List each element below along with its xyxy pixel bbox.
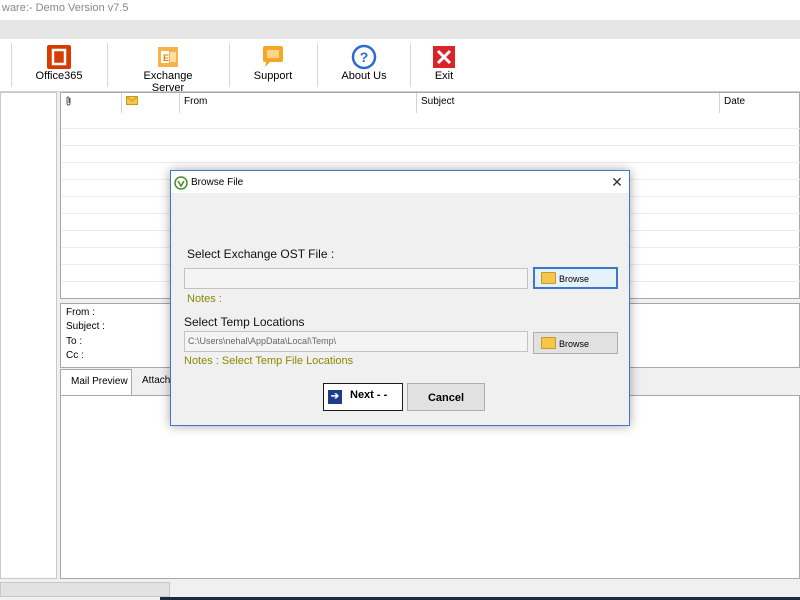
toolbar-separator xyxy=(107,43,108,87)
arrow-right-icon: ➔ xyxy=(328,390,342,404)
about-us-button[interactable]: ? About Us xyxy=(336,39,392,92)
svg-text:?: ? xyxy=(360,49,369,65)
ost-file-label: Select Exchange OST File : xyxy=(187,247,335,261)
svg-text:E: E xyxy=(163,53,169,63)
temp-note: Notes : Select Temp File Locations xyxy=(184,355,354,367)
support-label: Support xyxy=(253,70,293,82)
temp-browse-label: Browse xyxy=(559,339,590,349)
exchange-server-icon: E xyxy=(158,47,178,67)
toolbar-separator xyxy=(410,43,411,87)
row-divider xyxy=(61,128,800,129)
office365-button[interactable]: Office365 xyxy=(28,39,90,92)
envelope-icon xyxy=(126,96,138,105)
temp-location-label: Select Temp Locations xyxy=(184,315,305,329)
row-divider xyxy=(61,145,800,146)
next-button[interactable]: ➔ Next - - xyxy=(323,383,403,411)
dialog-title-bar: Browse File ✕ xyxy=(171,171,629,193)
paperclip-icon xyxy=(66,96,71,106)
ost-note: Notes : xyxy=(187,293,222,305)
dialog-title: Browse File xyxy=(191,177,244,188)
tab-mail-preview[interactable]: Mail Preview xyxy=(60,369,132,395)
office365-icon xyxy=(47,45,71,69)
question-icon: ? xyxy=(351,44,377,70)
cc-label: Cc : xyxy=(66,350,84,361)
column-header-subject[interactable]: Subject xyxy=(417,93,720,113)
window-title: ware:- Demo Version v7.5 xyxy=(2,2,129,14)
subject-label: Subject : xyxy=(66,321,105,332)
app-logo-icon xyxy=(174,176,188,190)
toolbar-separator xyxy=(229,43,230,87)
support-chat-icon xyxy=(263,46,283,67)
folder-icon xyxy=(541,272,556,284)
exchange-server-label: Exchange Server xyxy=(143,70,193,94)
ost-browse-label: Browse xyxy=(559,274,590,284)
folder-icon xyxy=(541,337,556,349)
browse-file-dialog: Browse File ✕ Select Exchange OST File :… xyxy=(170,170,630,426)
column-header-date[interactable]: Date xyxy=(720,93,800,113)
row-divider xyxy=(61,162,800,163)
window-title-bar: ware:- Demo Version v7.5 xyxy=(0,0,800,20)
temp-location-path-field[interactable]: C:\Users\nehal\AppData\Local\Temp\ xyxy=(184,331,528,352)
column-header-type[interactable] xyxy=(122,93,180,113)
exit-button[interactable]: Exit xyxy=(426,39,462,92)
toolbar-separator xyxy=(317,43,318,87)
to-label: To : xyxy=(66,336,83,347)
temp-browse-button[interactable]: Browse xyxy=(533,332,618,354)
ost-file-path-field[interactable] xyxy=(184,268,528,289)
support-button[interactable]: Support xyxy=(246,39,300,92)
exit-icon xyxy=(433,46,455,68)
from-label: From : xyxy=(66,307,95,318)
exchange-server-button[interactable]: E Exchange Server xyxy=(126,39,210,94)
cancel-button[interactable]: Cancel xyxy=(407,383,485,411)
close-icon[interactable]: ✕ xyxy=(609,174,625,190)
toolbar: Office365 E Exchange Server Support ? Ab… xyxy=(0,39,800,94)
exit-label: Exit xyxy=(434,70,454,82)
column-header-from[interactable]: From xyxy=(180,93,417,113)
menu-strip xyxy=(0,20,800,39)
horizontal-scrollbar[interactable] xyxy=(0,582,170,597)
column-header-attachment[interactable] xyxy=(61,93,122,113)
next-button-label: Next - - xyxy=(350,389,388,401)
folder-tree-pane[interactable] xyxy=(0,92,57,579)
office365-label: Office365 xyxy=(35,70,83,82)
ost-browse-button[interactable]: Browse xyxy=(533,267,618,289)
toolbar-separator xyxy=(11,43,12,87)
about-us-label: About Us xyxy=(341,70,387,82)
